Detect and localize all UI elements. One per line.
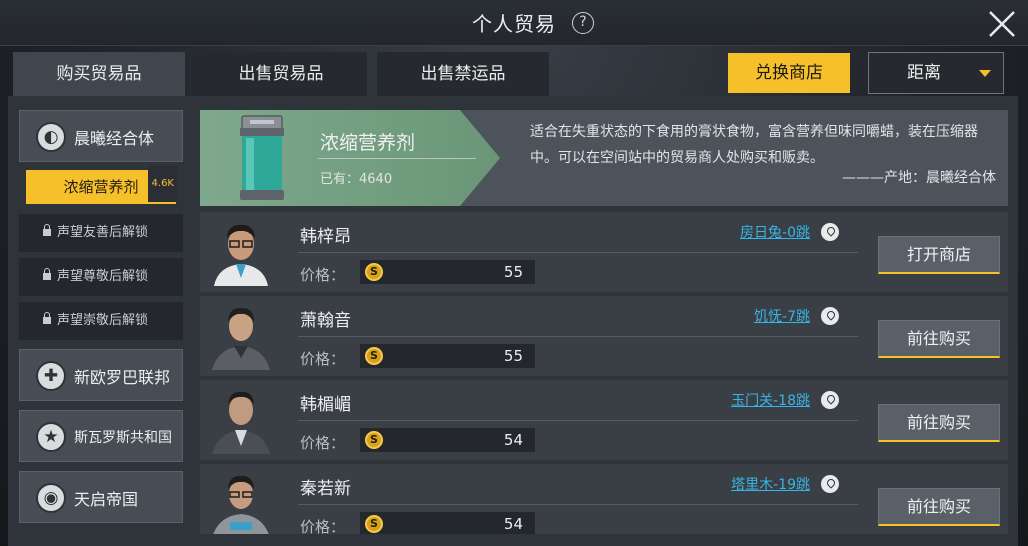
coin-icon: S: [365, 515, 383, 533]
commodity-label: 浓缩营养剂: [63, 178, 139, 196]
tab-sell-contraband[interactable]: 出售禁运品: [377, 52, 549, 96]
merchant-avatar: [208, 386, 274, 454]
price-label: 价格：: [300, 518, 346, 534]
locked-item-friendly: 声望友善后解锁: [19, 214, 183, 252]
sort-value: 距离: [907, 63, 941, 83]
lock-icon: [43, 268, 51, 280]
faction-apocalypse-empire[interactable]: ◉ 天启帝国: [19, 471, 183, 523]
faction-sidebar: ◐ 晨曦经合体 浓缩营养剂 4.6K 声望友善后解锁 声望尊敬后解锁 声望崇敬后…: [8, 96, 188, 546]
merchant-name: 韩楣嵋: [300, 395, 351, 415]
merchant-avatar: [208, 470, 274, 534]
divider: [298, 336, 858, 337]
merchant-name: 秦若新: [300, 479, 351, 499]
merchant-row: 韩楣嵋 玉门关-18跳 价格： S 54 前往购买: [200, 380, 1008, 460]
divider: [298, 252, 858, 253]
location-link[interactable]: 塔里木-19跳: [731, 474, 810, 494]
owned-count: 已有：4640: [320, 172, 393, 187]
map-pin-icon[interactable]: [821, 307, 839, 325]
lock-icon: [43, 224, 51, 236]
price-box: S 55: [360, 260, 535, 284]
orb-icon: ◉: [36, 483, 66, 513]
faction-svaros[interactable]: ★ 斯瓦罗斯共和国: [19, 410, 183, 462]
go-buy-button[interactable]: 前往购买: [878, 320, 1000, 358]
quantity-badge: 4.6K: [147, 166, 178, 202]
price-value: 55: [503, 347, 523, 365]
merchant-name: 韩梓昂: [300, 227, 351, 247]
price-value: 54: [503, 431, 523, 449]
locked-item-revered: 声望崇敬后解锁: [19, 302, 183, 340]
sort-dropdown[interactable]: 距离: [868, 52, 1004, 94]
location-link[interactable]: 玉门关-18跳: [731, 390, 810, 410]
map-pin-icon[interactable]: [821, 475, 839, 493]
coin-icon: S: [365, 347, 383, 365]
merchant-row: 萧翰音 饥怃-7跳 价格： S 55 前往购买: [200, 296, 1008, 376]
open-shop-button[interactable]: 打开商店: [878, 236, 1000, 274]
commodity-item-selected[interactable]: 浓缩营养剂 4.6K: [26, 166, 178, 204]
go-buy-button[interactable]: 前往购买: [878, 488, 1000, 526]
merchant-avatar: [208, 302, 274, 370]
exchange-shop-button[interactable]: 兑换商店: [728, 53, 850, 93]
price-label: 价格：: [300, 434, 346, 452]
product-origin: ———产地：晨曦经合体: [842, 170, 996, 186]
locked-item-respected: 声望尊敬后解锁: [19, 258, 183, 296]
faction-new-europa[interactable]: ✚ 新欧罗巴联邦: [19, 349, 183, 401]
price-box: S 54: [360, 428, 535, 452]
star-icon: ★: [36, 422, 66, 452]
help-icon[interactable]: ?: [572, 12, 594, 34]
chevron-down-icon: [979, 70, 991, 77]
price-box: S 55: [360, 344, 535, 368]
location-link[interactable]: 饥怃-7跳: [754, 306, 810, 326]
map-pin-icon[interactable]: [821, 391, 839, 409]
globe-icon: ◐: [36, 122, 66, 152]
title-bar: 个人贸易 ?: [0, 0, 1028, 46]
coin-icon: S: [365, 263, 383, 281]
cross-icon: ✚: [36, 361, 66, 391]
faction-label: 斯瓦罗斯共和国: [74, 430, 172, 446]
product-description: 适合在失重状态的下食用的膏状食物，富含营养但味同嚼蜡，装在压缩器中。可以在空间站…: [530, 124, 978, 166]
product-name: 浓缩营养剂: [320, 132, 416, 154]
faction-label: 晨曦经合体: [74, 129, 155, 148]
price-label: 价格：: [300, 350, 346, 368]
location-link[interactable]: 房日兔-0跳: [740, 222, 810, 242]
lock-icon: [43, 312, 51, 324]
price-value: 55: [503, 263, 523, 281]
close-icon[interactable]: [986, 8, 1018, 40]
price-box: S 54: [360, 512, 535, 534]
page-title: 个人贸易: [472, 12, 556, 36]
coin-icon: S: [365, 431, 383, 449]
merchant-avatar: [208, 218, 274, 286]
faction-dawn-consortium[interactable]: ◐ 晨曦经合体: [19, 110, 183, 162]
go-buy-button[interactable]: 前往购买: [878, 404, 1000, 442]
divider: [298, 420, 858, 421]
price-label: 价格：: [300, 266, 346, 284]
merchant-row: 秦若新 塔里木-19跳 价格： S 54 前往购买: [200, 464, 1008, 534]
locked-label: 声望友善后解锁: [57, 225, 149, 240]
price-value: 54: [503, 515, 523, 533]
merchant-row: 韩梓昂 房日兔-0跳 价格： S 55 打开商店: [200, 212, 1008, 292]
merchant-name: 萧翰音: [300, 311, 351, 331]
divider: [298, 504, 858, 505]
nutrient-canister-icon: [240, 115, 284, 200]
faction-label: 天启帝国: [74, 490, 139, 509]
divider: [318, 158, 476, 159]
locked-label: 声望崇敬后解锁: [57, 313, 149, 328]
faction-label: 新欧罗巴联邦: [74, 368, 171, 387]
tab-sell-goods[interactable]: 出售贸易品: [195, 52, 367, 96]
tab-buy-goods[interactable]: 购买贸易品: [13, 52, 185, 96]
map-pin-icon[interactable]: [821, 223, 839, 241]
locked-label: 声望尊敬后解锁: [57, 269, 149, 284]
